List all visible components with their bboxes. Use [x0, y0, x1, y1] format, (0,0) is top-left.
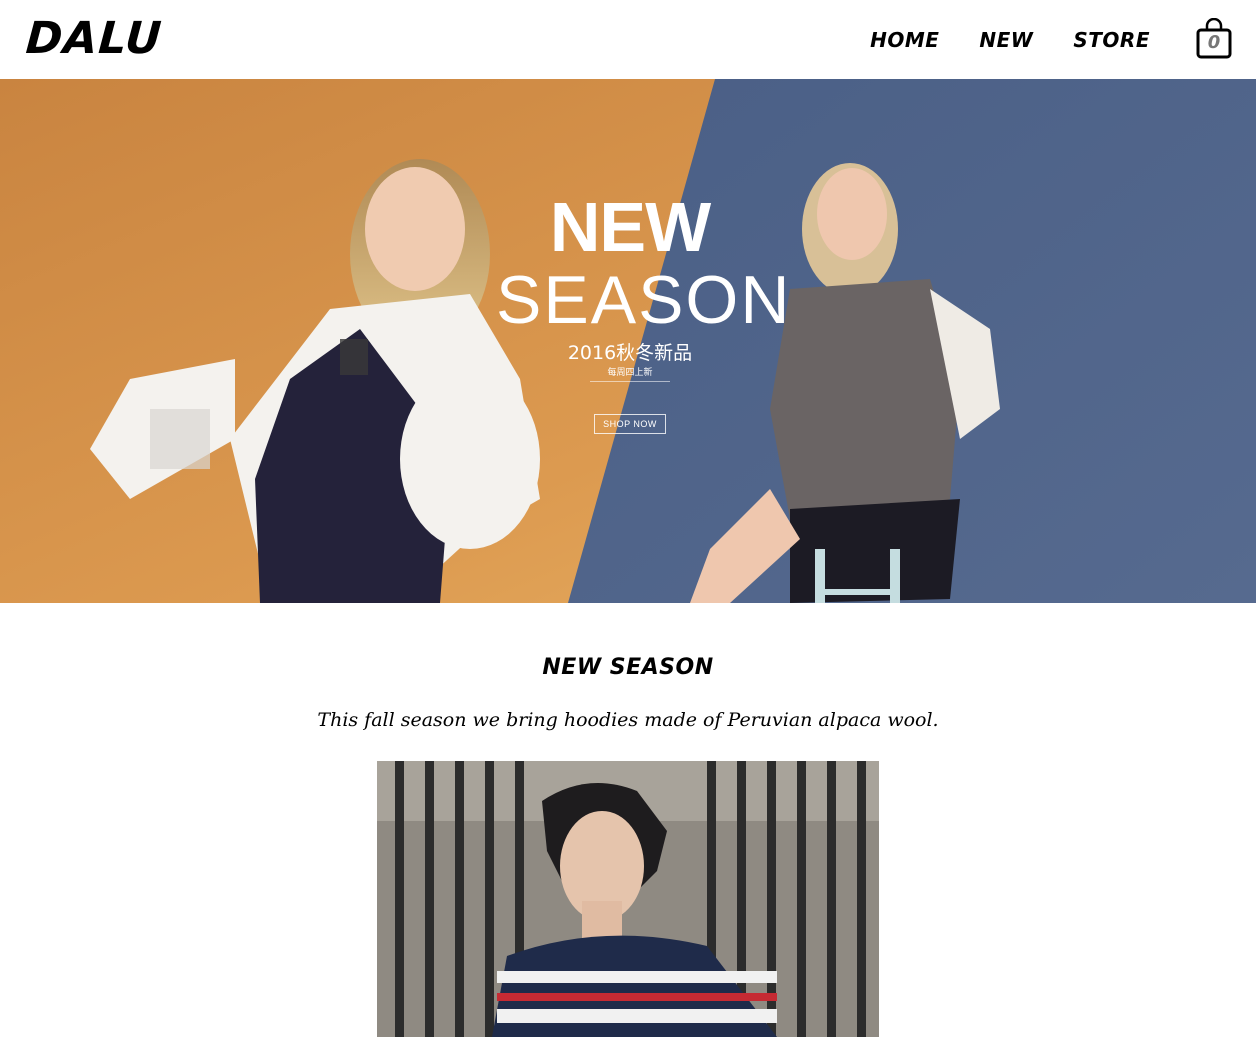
hero-divider: [590, 381, 670, 382]
section-title: NEW SEASON: [542, 655, 714, 680]
main-nav: HOME NEW STORE: [870, 26, 1150, 54]
hero-headline-new: NEW: [549, 188, 711, 266]
hero-headline-season: SEASON: [496, 262, 792, 338]
hero-subtitle: 2016秋冬新品: [567, 342, 693, 364]
nav-home-link[interactable]: HOME: [870, 26, 939, 54]
site-header: DALU HOME NEW STORE 0: [0, 0, 1256, 79]
product-image[interactable]: [377, 761, 879, 1037]
section-description: This fall season we bring hoodies made o…: [317, 709, 939, 731]
hero-subtitle-small: 每周四上新: [607, 368, 653, 378]
cart-button[interactable]: 0: [1196, 17, 1232, 60]
nav-store-link[interactable]: STORE: [1073, 26, 1150, 54]
hero-banner: NEW SEASON 2016秋冬新品 每周四上新 SHOP NOW: [0, 79, 1256, 603]
nav-new-link[interactable]: NEW: [979, 26, 1033, 54]
hero-text-block: NEW SEASON 2016秋冬新品 每周四上新 SHOP NOW: [496, 188, 792, 434]
shop-now-button[interactable]: SHOP NOW: [594, 414, 666, 434]
sweater-model-photo: [377, 761, 879, 1037]
cart-count: 0: [1207, 32, 1221, 53]
brand-logo[interactable]: DALU: [24, 13, 164, 64]
